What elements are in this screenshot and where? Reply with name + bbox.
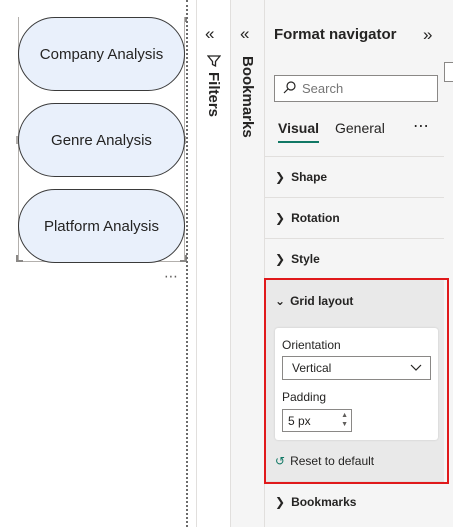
section-grid-layout: ⌄ Grid layout Orientation Vertical Paddin… (265, 279, 445, 481)
search-input[interactable] (302, 81, 422, 96)
grid-layout-card: Orientation Vertical Padding 5 px ▲ ▼ (275, 328, 438, 440)
format-tabs: Visual General (278, 120, 385, 143)
search-icon (283, 80, 296, 97)
chevron-down-icon: ⌄ (275, 294, 286, 308)
bookmarks-label: Bookmarks (239, 56, 256, 138)
chevron-right-icon: ❯ (275, 495, 286, 509)
section-bookmarks[interactable]: ❯ Bookmarks (265, 481, 445, 522)
padding-label: Padding (282, 390, 327, 404)
genre-analysis-button[interactable]: Genre Analysis (18, 103, 185, 177)
app-root: Company Analysis Genre Analysis Platform… (0, 0, 453, 527)
section-label: Grid layout (290, 294, 354, 308)
reset-label: Reset to default (290, 454, 375, 468)
tab-visual[interactable]: Visual (278, 120, 319, 143)
expand-bookmarks-icon[interactable]: « (240, 24, 249, 44)
filters-label: Filters (205, 72, 222, 118)
button-label: Platform Analysis (43, 217, 160, 235)
reset-icon: ↺ (275, 454, 286, 468)
chevron-right-icon: ❯ (275, 170, 286, 184)
resize-handle-bottom-left[interactable] (16, 255, 23, 262)
more-options-icon[interactable]: ⋯ (164, 268, 179, 285)
orientation-label: Orientation (282, 338, 341, 352)
section-label: Bookmarks (291, 495, 357, 509)
scrollbar-thumb[interactable] (444, 62, 453, 82)
section-shape[interactable]: ❯ Shape (265, 156, 445, 197)
section-rotation[interactable]: ❯ Rotation (265, 197, 445, 238)
orientation-value: Vertical (292, 361, 332, 375)
search-field[interactable] (274, 75, 438, 102)
stepper-arrows-icon[interactable]: ▲ ▼ (341, 411, 348, 429)
padding-value: 5 px (288, 413, 311, 428)
reset-to-default-button[interactable]: ↺ Reset to default (275, 454, 374, 468)
bookmarks-pane[interactable]: « Bookmarks (230, 0, 264, 527)
section-style[interactable]: ❯ Style (265, 238, 445, 279)
chevron-right-icon: ❯ (275, 211, 286, 225)
button-label: Genre Analysis (51, 131, 152, 149)
chevron-down-icon (410, 361, 422, 376)
collapse-pane-icon[interactable]: » (423, 25, 432, 45)
section-label: Rotation (291, 211, 340, 225)
section-label: Style (291, 252, 320, 266)
filters-pane[interactable]: « Filters (196, 0, 230, 527)
more-tabs-icon[interactable]: ⋯ (413, 116, 430, 136)
orientation-dropdown[interactable]: Vertical (282, 356, 431, 380)
format-navigator-pane: Format navigator » Visual General ⋯ ❯ Sh… (264, 0, 453, 527)
canvas-border (186, 0, 188, 527)
chevron-right-icon: ❯ (275, 252, 286, 266)
company-analysis-button[interactable]: Company Analysis (18, 17, 185, 91)
expand-filters-icon[interactable]: « (205, 24, 214, 44)
filter-icon (206, 54, 222, 68)
report-canvas: Company Analysis Genre Analysis Platform… (0, 0, 196, 527)
grid-layout-header[interactable]: ⌄ Grid layout (275, 294, 353, 308)
button-label: Company Analysis (39, 45, 164, 63)
padding-stepper[interactable]: 5 px ▲ ▼ (282, 409, 352, 432)
tab-general[interactable]: General (335, 120, 385, 143)
pane-title: Format navigator (274, 26, 397, 43)
platform-analysis-button[interactable]: Platform Analysis (18, 189, 185, 263)
section-label: Shape (291, 170, 328, 184)
